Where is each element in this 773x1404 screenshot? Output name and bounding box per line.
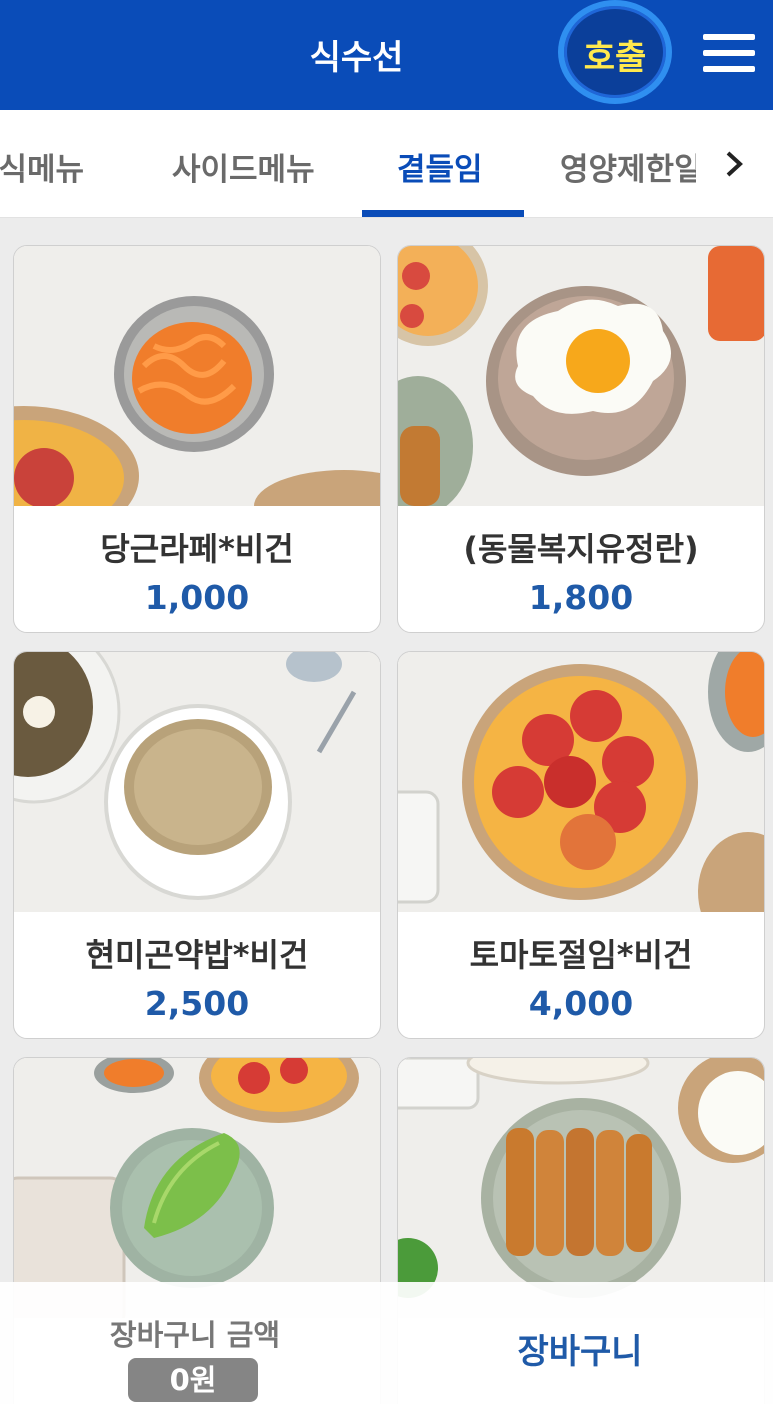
menu-item-price: 2,500 [144, 984, 250, 1023]
chevron-right-icon [726, 151, 743, 177]
cart-total-label: 장바구니 금액 [109, 1318, 281, 1352]
cart-footer: 장바구니 금액 0원 장바구니 [0, 1282, 773, 1404]
tab-snack-menu[interactable]: 분식메뉴 [0, 144, 84, 189]
cart-button[interactable]: 장바구니 [420, 1324, 740, 1373]
call-button-label: 호출 [583, 38, 647, 78]
menu-item-price: 4,000 [528, 984, 634, 1023]
menu-item-price: 1,000 [144, 578, 250, 617]
menu-item-price: 1,800 [528, 578, 634, 617]
tab-accompaniments[interactable]: 곁들임 [397, 144, 483, 189]
tabs-scroll-right-button[interactable] [696, 110, 773, 217]
call-staff-button[interactable]: 호출 [558, 0, 672, 104]
menu-item-photo [14, 1058, 380, 1318]
menu-item-card[interactable]: 현미곤약밥*비건 2,500 [13, 651, 381, 1039]
tab-nutrition-limit[interactable]: 영양제한일 [560, 144, 703, 189]
menu-item-card[interactable]: 토마토절임*비건 4,000 [397, 651, 765, 1039]
active-tab-indicator [362, 210, 524, 217]
menu-item-name: 당근라페*비건 [100, 530, 294, 568]
menu-item-photo [14, 652, 380, 912]
menu-item-photo [398, 1058, 764, 1318]
menu-item-photo [398, 652, 764, 912]
cart-total-badge: 0원 [128, 1358, 258, 1402]
tab-side-menu[interactable]: 사이드메뉴 [172, 144, 315, 189]
category-tabs: 분식메뉴 사이드메뉴 곁들임 영양제한일 [0, 110, 773, 218]
app-header: 식수선 호출 [0, 0, 773, 110]
hamburger-menu-icon[interactable] [703, 34, 755, 74]
menu-item-card[interactable]: (동물복지유정란) 1,800 [397, 245, 765, 633]
menu-item-photo [14, 246, 380, 506]
menu-item-name: 현미곤약밥*비건 [85, 936, 309, 974]
menu-item-card[interactable]: 당근라페*비건 1,000 [13, 245, 381, 633]
menu-item-photo [398, 246, 764, 506]
menu-item-name: 토마토절임*비건 [469, 936, 693, 974]
menu-item-name: (동물복지유정란) [463, 530, 699, 568]
